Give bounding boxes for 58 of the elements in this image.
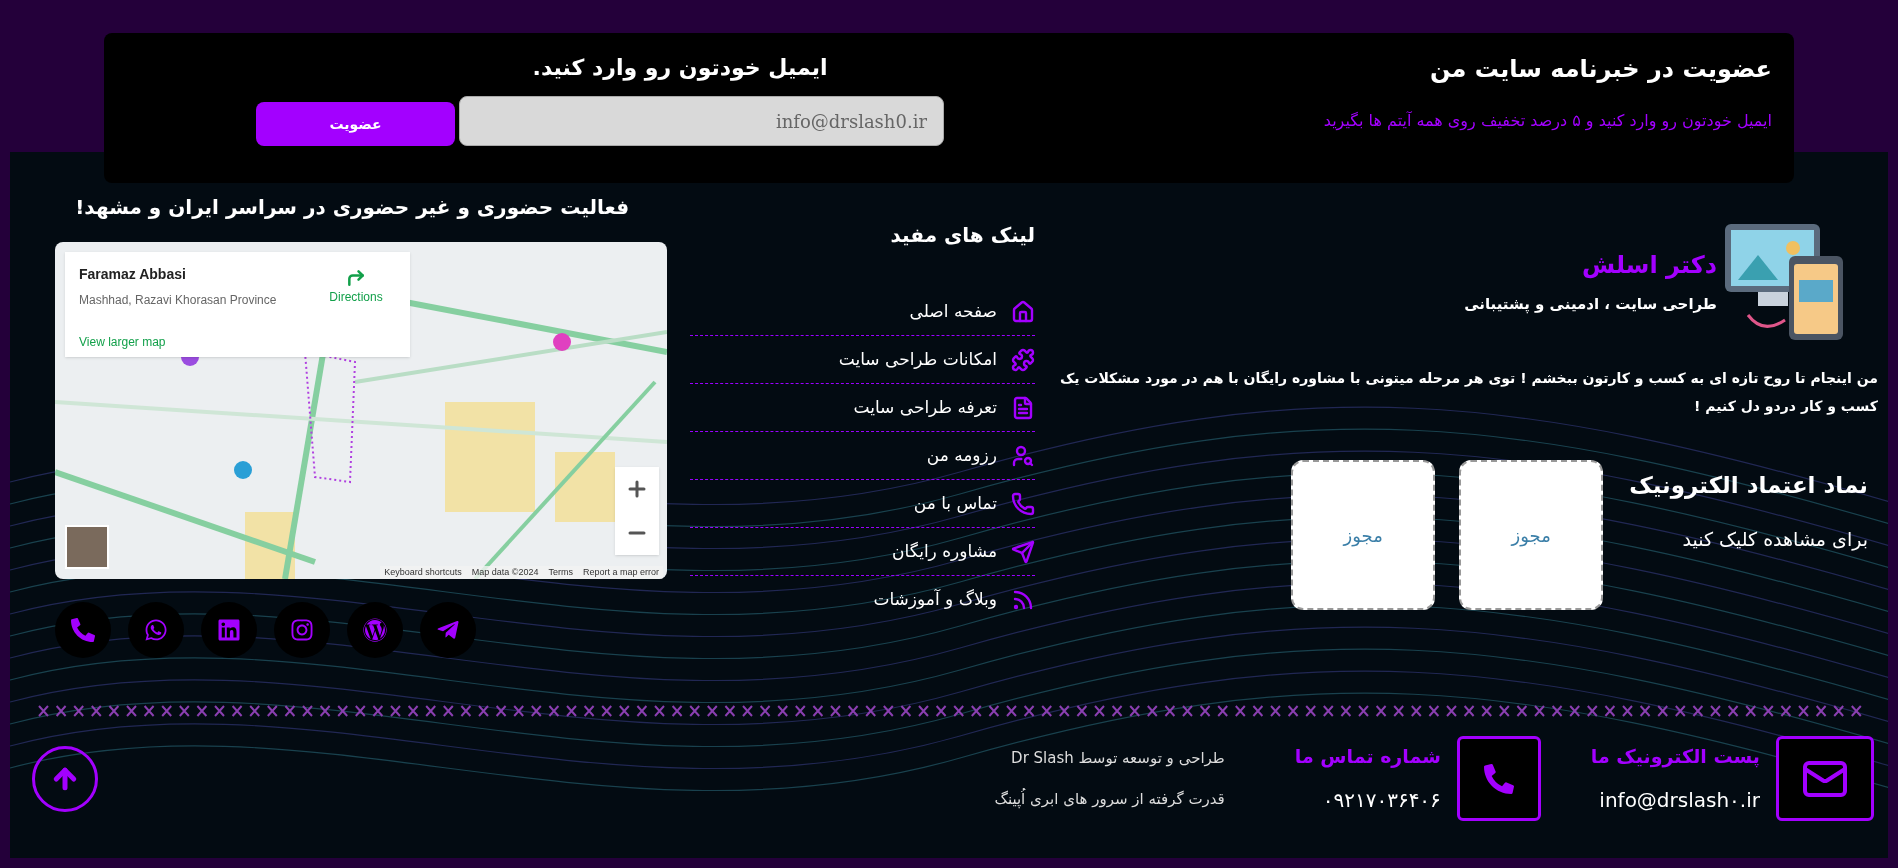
email-field[interactable]: info@drslash0.ir bbox=[459, 96, 944, 146]
feed-icon bbox=[1011, 588, 1035, 612]
credit-text: طراحی و توسعه توسط Dr Slash bbox=[1010, 748, 1225, 769]
contact-label: پست الکترونیک ما bbox=[1590, 744, 1760, 770]
newsletter-prompt: ایمیل خودتون رو وارد کنید. bbox=[532, 54, 828, 83]
social-link[interactable] bbox=[201, 602, 257, 658]
newsletter-subtitle: ایمیل خودتون رو وارد کنید و ۵ درصد تخفیف روی همه آیتم ها بگیرید bbox=[1323, 110, 1772, 133]
map-attribution[interactable]: Map data ©2024 bbox=[471, 565, 539, 579]
puzzle-icon bbox=[1011, 347, 1035, 372]
map-attribution[interactable]: Keyboard shortcuts bbox=[384, 565, 462, 579]
telegram-icon bbox=[436, 618, 460, 642]
trust-badge[interactable]: مجوز bbox=[1291, 460, 1436, 610]
footer-link[interactable]: امکانات طراحی سایت bbox=[690, 336, 1035, 384]
satellite-toggle[interactable] bbox=[65, 525, 109, 569]
contact-label: شماره تماس ما bbox=[1294, 744, 1441, 770]
brand-tagline: طراحی سایت ، ادمینی و پشتیبانی bbox=[1464, 293, 1717, 316]
user-search-icon bbox=[1011, 443, 1035, 468]
trust-title: نماد اعتماد الکترونیک bbox=[1629, 471, 1868, 501]
larger-map-link[interactable]: View larger map bbox=[79, 333, 316, 351]
phone-icon bbox=[1483, 763, 1514, 794]
scroll-top-button[interactable] bbox=[32, 745, 98, 812]
contact-value: info@drslash۰.ir bbox=[1598, 786, 1760, 814]
social-link[interactable] bbox=[420, 602, 476, 658]
wordpress-icon bbox=[363, 618, 387, 642]
social-link[interactable] bbox=[347, 602, 403, 658]
map-heading: فعالیت حضوری و غیر حضوری در سراسر ایران و مشهد! bbox=[74, 194, 630, 221]
social-link[interactable] bbox=[274, 602, 330, 658]
phone-icon bbox=[1011, 491, 1035, 516]
social-link[interactable] bbox=[55, 602, 111, 658]
credit-text: قدرت گرفته از سرور های ابری اُپینگ bbox=[994, 787, 1225, 810]
paper-plane-icon bbox=[1011, 539, 1035, 564]
newsletter-title: عضویت در خبرنامه سایت من bbox=[1429, 54, 1772, 85]
links-heading: لینک های مفید bbox=[889, 222, 1035, 249]
footer-link[interactable]: مشاوره رایگان bbox=[690, 528, 1035, 576]
instagram-icon bbox=[290, 618, 314, 642]
linkedin-icon bbox=[217, 618, 241, 642]
brand-description: من اینجام تا روح تازه ای به کسب و کارتون ببخشم ! توی هر مرحله میتونی با مشاوره رایگان با هم در مورد مشکلات یک کسب و کار دردو دل کنیم ! bbox=[1058, 369, 1878, 417]
directions-icon bbox=[346, 268, 366, 288]
map-attribution[interactable]: Report a map error bbox=[582, 565, 659, 579]
whatsapp-icon bbox=[144, 618, 168, 642]
phone-icon bbox=[71, 618, 95, 642]
document-icon bbox=[1011, 395, 1035, 420]
footer-link[interactable]: تماس با من bbox=[690, 480, 1035, 528]
trust-subtitle: برای مشاهده کلیک کنید bbox=[1681, 526, 1868, 553]
map-attribution[interactable]: Terms bbox=[548, 565, 573, 579]
brand-name: دکتر اسلش bbox=[1581, 249, 1717, 281]
footer-link[interactable]: رزومه من bbox=[690, 432, 1035, 480]
contact-value: ۰۹۲۱۷۰۳۶۴۰۶ bbox=[1321, 786, 1441, 814]
home-icon bbox=[1011, 299, 1035, 324]
footer-link[interactable]: وبلاگ و آموزشات bbox=[690, 576, 1035, 624]
place-name: Faramaz Abbasi bbox=[79, 265, 187, 284]
social-link[interactable] bbox=[128, 602, 184, 658]
trust-badge[interactable]: مجوز bbox=[1459, 460, 1604, 610]
directions-link[interactable]: Directions bbox=[316, 268, 396, 357]
footer-link[interactable]: صفحه اصلی bbox=[690, 288, 1035, 336]
place-address: Mashhad, Razavi Khorasan Province bbox=[79, 292, 278, 309]
footer-link[interactable]: تعرفه طراحی سایت bbox=[690, 384, 1035, 432]
subscribe-button[interactable]: عضویت bbox=[256, 102, 455, 146]
